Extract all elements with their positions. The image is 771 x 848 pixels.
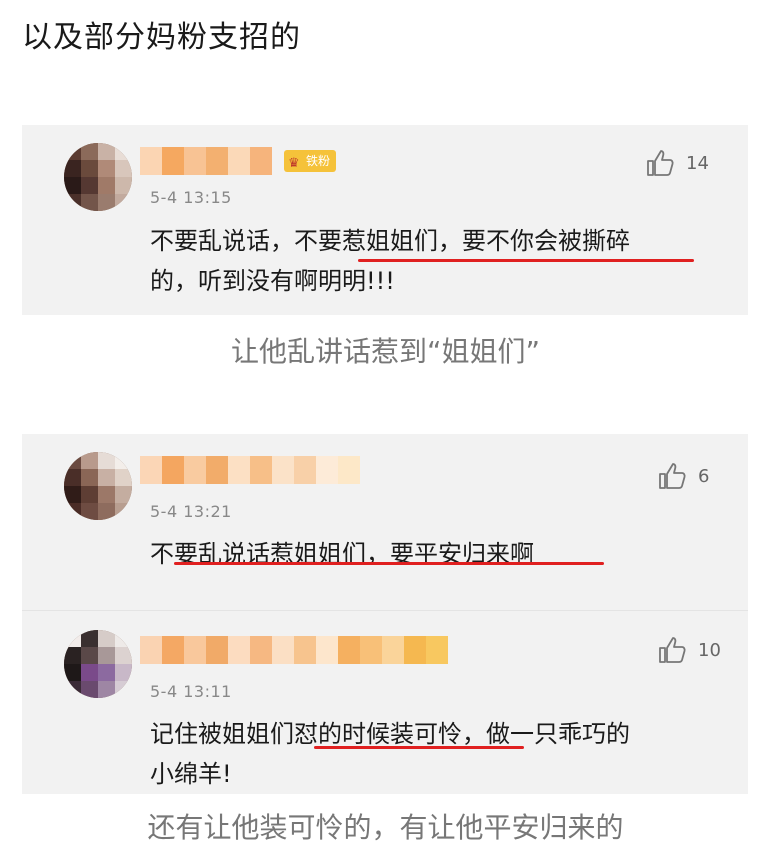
like-count: 10 <box>698 639 721 661</box>
username-blurred[interactable] <box>140 456 360 484</box>
comment-line-2: 的，听到没有啊明明!!! <box>150 267 395 295</box>
avatar[interactable] <box>64 630 132 698</box>
badge-label: 铁粉 <box>306 154 331 168</box>
comment-divider <box>22 610 748 611</box>
like-button[interactable]: 14 <box>644 147 709 179</box>
thumbs-up-icon <box>659 637 686 663</box>
like-count: 14 <box>686 152 709 174</box>
like-button[interactable]: 6 <box>656 460 709 492</box>
avatar[interactable] <box>64 143 132 211</box>
comment-line-2: 小绵羊! <box>150 760 232 788</box>
red-underline <box>174 562 604 565</box>
red-underline <box>314 746 524 749</box>
caption-1: 让他乱讲话惹到“姐姐们” <box>230 335 540 368</box>
caption-2: 还有让他装可怜的，有让他平安归来的 <box>147 811 624 844</box>
avatar[interactable] <box>64 452 132 520</box>
crown-icon: ♛ <box>288 156 300 171</box>
like-count: 6 <box>698 465 710 487</box>
comment-body: 记住被姐姐们怼的时候装可怜，做一只乖巧的 小绵羊! <box>150 714 710 794</box>
thumbs-up-icon <box>659 463 686 489</box>
comment-line-1: 不要乱说话，不要惹姐姐们，要不你会被撕碎 <box>150 227 630 255</box>
page-heading: 以及部分妈粉支招的 <box>22 20 301 55</box>
comment-time: 5-4 13:15 <box>150 188 232 207</box>
thumbs-up-icon <box>647 150 674 176</box>
red-underline <box>358 259 694 262</box>
comment-time: 5-4 13:11 <box>150 682 232 701</box>
comment-card-1: ♛ 铁粉 5-4 13:15 14 不要乱说话，不要惹姐姐们，要不你会被撕碎 的… <box>22 125 748 315</box>
like-button[interactable]: 10 <box>656 634 721 666</box>
comment-card-2: 5-4 13:21 6 不要乱说话惹姐姐们，要平安归来啊 5-4 13:11 1… <box>22 434 748 794</box>
comment-line-1: 不要乱说话惹姐姐们，要平安归来啊 <box>150 540 534 568</box>
fan-badge: ♛ 铁粉 <box>284 150 337 172</box>
comment-time: 5-4 13:21 <box>150 502 232 521</box>
username-blurred[interactable] <box>140 636 448 664</box>
username-blurred[interactable] <box>140 147 272 175</box>
comment-body: 不要乱说话惹姐姐们，要平安归来啊 <box>150 534 710 574</box>
